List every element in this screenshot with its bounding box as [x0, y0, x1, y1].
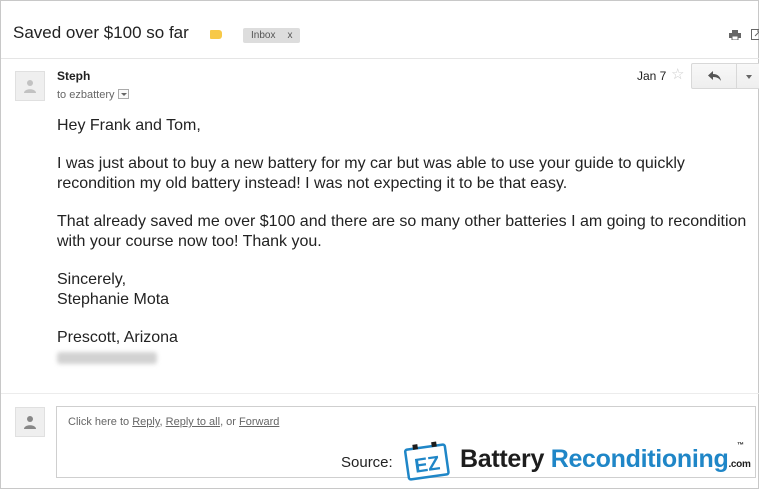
- sender-name[interactable]: Steph: [57, 69, 90, 83]
- source-label: Source:: [341, 454, 393, 471]
- redacted-text: [57, 352, 157, 364]
- avatar-icon: [24, 416, 36, 429]
- brand-suffix: .com: [728, 459, 751, 470]
- greeting: Hey Frank and Tom,: [57, 117, 201, 134]
- reply-icon: [708, 71, 721, 81]
- divider: [1, 393, 759, 394]
- reply-prompt: Click here to Reply, Reply to all, or Fo…: [68, 416, 279, 428]
- sender-avatar: [15, 71, 45, 101]
- email-subject: Saved over $100 so far: [13, 23, 189, 42]
- label-icon[interactable]: [210, 30, 222, 39]
- signer-name: Stephanie Mota: [57, 291, 170, 308]
- reply-button[interactable]: [691, 63, 737, 89]
- reply-prefix: Click here to: [68, 416, 133, 428]
- forward-link[interactable]: Forward: [239, 416, 279, 428]
- trademark: ™: [737, 442, 744, 449]
- reply-all-link[interactable]: Reply to all: [166, 416, 220, 428]
- signoff: Sincerely,: [57, 271, 127, 288]
- paragraph-1: I was just about to buy a new battery fo…: [57, 155, 685, 192]
- message-body: Hey Frank and Tom, I was just about to b…: [57, 116, 747, 348]
- signer-location: Prescott, Arizona: [57, 329, 178, 346]
- ez-logo-icon: EZ: [403, 441, 450, 481]
- recipient-text: to ezbattery: [57, 89, 115, 101]
- user-avatar: [15, 407, 45, 437]
- message-date: Jan 7: [637, 69, 667, 83]
- brand-part-2: Reconditioning: [550, 445, 729, 473]
- reply-link[interactable]: Reply: [132, 416, 159, 428]
- dropdown-icon[interactable]: [118, 89, 130, 99]
- reply-sep-2: , or: [220, 416, 240, 428]
- brand-part-1: Battery: [460, 445, 551, 473]
- inbox-label-chip[interactable]: Inbox x: [243, 28, 301, 43]
- brand-logo-text: Battery Reconditioning.com ™: [460, 442, 751, 474]
- new-window-icon[interactable]: [751, 29, 759, 40]
- recipient-line: to ezbattery: [57, 89, 130, 101]
- ez-badge-text: EZ: [413, 452, 441, 477]
- print-icon[interactable]: [729, 30, 741, 40]
- star-icon[interactable]: ☆: [671, 67, 684, 82]
- remove-label-icon[interactable]: x: [287, 30, 292, 41]
- avatar-icon: [24, 80, 36, 93]
- inbox-label-text: Inbox: [251, 30, 276, 41]
- more-icon[interactable]: [736, 63, 759, 89]
- email-window: Saved over $100 so far Inbox x Steph to e…: [0, 0, 759, 489]
- paragraph-2: That already saved me over $100 and ther…: [57, 213, 747, 250]
- subject-bar: Saved over $100 so far Inbox x: [1, 1, 759, 59]
